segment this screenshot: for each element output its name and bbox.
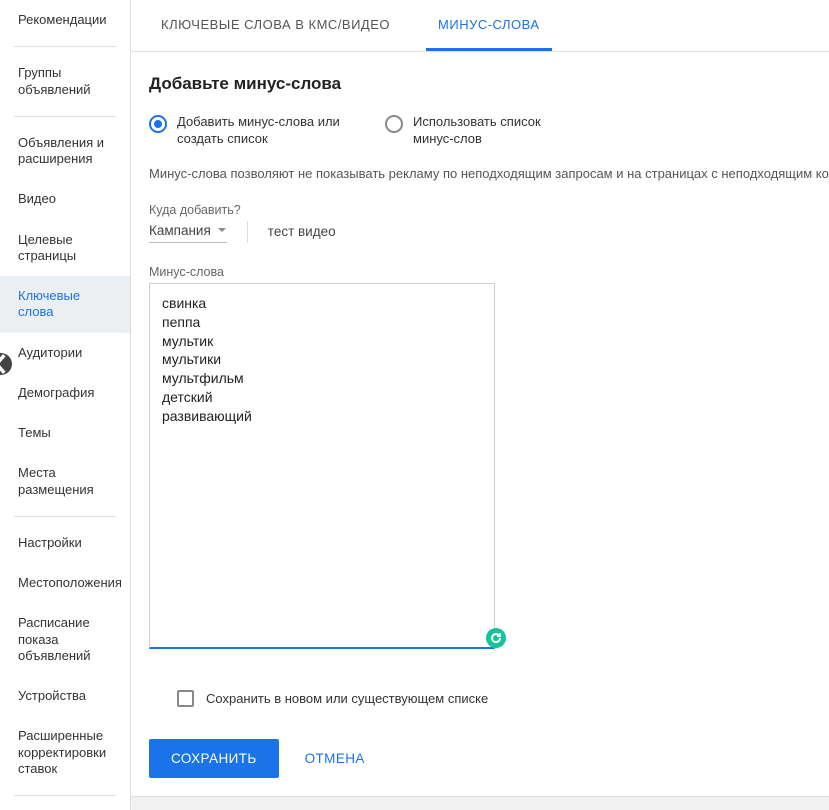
cancel-button[interactable]: ОТМЕНА: [297, 739, 373, 778]
selected-campaign-name[interactable]: тест видео: [268, 224, 336, 239]
radio-icon: [385, 115, 403, 133]
content-area: Добавьте минус-слова Добавить минус-слов…: [131, 52, 829, 721]
divider: [14, 516, 116, 517]
sidebar-item-ad-groups[interactable]: Группы объявлений: [0, 53, 130, 110]
chevron-left-icon: [0, 353, 12, 375]
refresh-icon: [490, 632, 502, 644]
sidebar-item-placements[interactable]: Места размещения: [0, 453, 130, 510]
dropdown-value: Кампания: [149, 223, 211, 238]
save-button[interactable]: СОХРАНИТЬ: [149, 739, 279, 778]
sidebar-item-devices[interactable]: Устройства: [0, 676, 130, 716]
radio-option-use-list[interactable]: Использовать список минус-слов: [385, 114, 583, 148]
sidebar-item-locations[interactable]: Местоположения: [0, 563, 130, 603]
footer-actions: СОХРАНИТЬ ОТМЕНА: [131, 721, 829, 796]
sidebar-item-audiences[interactable]: Аудитории: [0, 333, 130, 373]
sidebar-item-ads-extensions[interactable]: Объявления и расширения: [0, 123, 130, 180]
sidebar: Рекомендации Группы объявлений Объявлени…: [0, 0, 131, 810]
keywords-label: Минус-слова: [149, 265, 811, 279]
radio-group: Добавить минус-слова или создать список …: [149, 114, 811, 148]
sidebar-item-demographics[interactable]: Демография: [0, 373, 130, 413]
sidebar-item-change-history[interactable]: История изменений: [0, 802, 130, 810]
save-list-label: Сохранить в новом или существующем списк…: [206, 691, 488, 706]
radio-label: Добавить минус-слова или создать список: [177, 114, 347, 148]
destination-row: Кампания тест видео: [149, 221, 811, 243]
app-root: Рекомендации Группы объявлений Объявлени…: [0, 0, 829, 810]
keywords-textarea-wrap: [149, 283, 495, 654]
tab-bar: КЛЮЧЕВЫЕ СЛОВА В КМС/ВИДЕО МИНУС-СЛОВА: [131, 0, 829, 52]
sidebar-item-topics[interactable]: Темы: [0, 413, 130, 453]
caret-down-icon: [217, 225, 227, 235]
main-panel: КЛЮЧЕВЫЕ СЛОВА В КМС/ВИДЕО МИНУС-СЛОВА Д…: [131, 0, 829, 810]
destination-dropdown[interactable]: Кампания: [149, 221, 227, 243]
sidebar-item-landing-pages[interactable]: Целевые страницы: [0, 220, 130, 277]
save-list-checkbox[interactable]: [177, 690, 194, 707]
section-title: Добавьте минус-слова: [149, 74, 811, 94]
radio-option-add[interactable]: Добавить минус-слова или создать список: [149, 114, 347, 148]
divider: [14, 46, 116, 47]
tab-negative-keywords[interactable]: МИНУС-СЛОВА: [426, 0, 552, 51]
sidebar-item-settings[interactable]: Настройки: [0, 523, 130, 563]
sidebar-item-bid-adjustments[interactable]: Расширенные корректировки ставок: [0, 716, 130, 789]
negative-keywords-input[interactable]: [149, 283, 495, 649]
save-list-row: Сохранить в новом или существующем списк…: [149, 690, 811, 707]
tab-display-keywords[interactable]: КЛЮЧЕВЫЕ СЛОВА В КМС/ВИДЕО: [149, 0, 402, 51]
divider: [14, 116, 116, 117]
sidebar-item-keywords[interactable]: Ключевые слова: [0, 276, 130, 333]
sidebar-item-recommendations[interactable]: Рекомендации: [0, 0, 130, 40]
sidebar-item-ad-schedule[interactable]: Расписание показа объявлений: [0, 603, 130, 676]
help-text: Минус-слова позволяют не показывать рекл…: [149, 166, 811, 181]
bottom-strip: [131, 796, 829, 810]
divider: [14, 795, 116, 796]
sidebar-item-video[interactable]: Видео: [0, 179, 130, 219]
grammarly-icon[interactable]: [486, 628, 506, 648]
collapse-sidebar-button[interactable]: [0, 353, 12, 375]
radio-icon: [149, 115, 167, 133]
destination-label: Куда добавить?: [149, 203, 811, 217]
radio-label: Использовать список минус-слов: [413, 114, 583, 148]
divider: [247, 221, 248, 243]
